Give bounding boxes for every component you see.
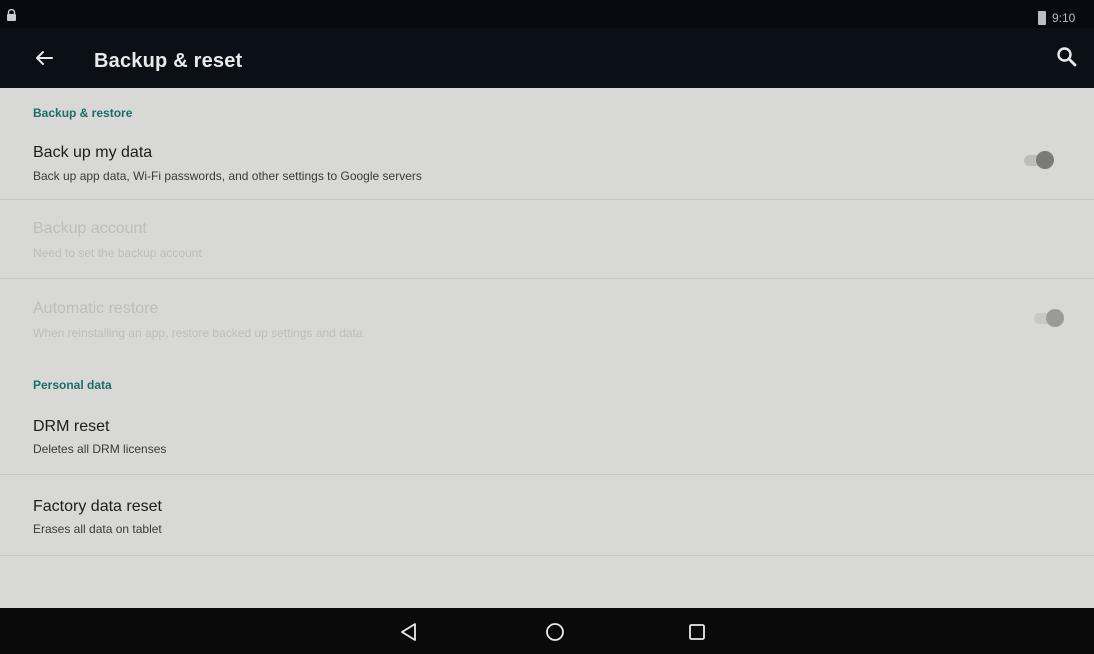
status-bar: 9:10 bbox=[0, 0, 1094, 28]
automatic-restore-item[interactable]: Automatic restore When reinstalling an a… bbox=[0, 288, 1094, 356]
back-triangle-icon[interactable] bbox=[394, 617, 424, 647]
section-header-backup-restore: Backup & restore bbox=[33, 106, 133, 120]
item-title: Backup account bbox=[33, 220, 147, 237]
home-circle-icon[interactable] bbox=[540, 617, 570, 647]
item-title: DRM reset bbox=[33, 418, 110, 435]
lock-icon bbox=[7, 9, 16, 21]
section-header-personal-data: Personal data bbox=[33, 378, 112, 392]
back-up-my-data-toggle[interactable] bbox=[1020, 150, 1060, 170]
navigation-bar bbox=[0, 608, 1094, 654]
item-summary: When reinstalling an app, restore backed… bbox=[33, 326, 363, 340]
item-summary: Need to set the backup account bbox=[33, 246, 202, 260]
recents-square-icon[interactable] bbox=[682, 617, 712, 647]
item-summary: Erases all data on tablet bbox=[33, 522, 162, 536]
backup-account-item[interactable]: Backup account Need to set the backup ac… bbox=[0, 208, 1094, 278]
settings-list: Backup & restore Back up my data Back up… bbox=[0, 88, 1094, 608]
android-screen: 9:10 Backup & reset Backup & restore Bac… bbox=[0, 0, 1094, 654]
item-title: Factory data reset bbox=[33, 498, 162, 515]
search-icon[interactable] bbox=[1054, 44, 1080, 70]
divider bbox=[0, 555, 1094, 556]
page-title: Backup & reset bbox=[94, 50, 243, 72]
factory-data-reset-item[interactable]: Factory data reset Erases all data on ta… bbox=[0, 484, 1094, 554]
status-time: 9:10 bbox=[1052, 11, 1076, 25]
back-arrow-icon[interactable] bbox=[28, 42, 60, 74]
item-title: Automatic restore bbox=[33, 300, 159, 317]
divider bbox=[0, 199, 1094, 200]
drm-reset-item[interactable]: DRM reset Deletes all DRM licenses bbox=[0, 404, 1094, 472]
app-bar: Backup & reset bbox=[0, 28, 1094, 88]
automatic-restore-toggle[interactable] bbox=[1030, 308, 1070, 328]
divider bbox=[0, 278, 1094, 279]
battery-icon bbox=[1038, 11, 1046, 25]
item-summary: Deletes all DRM licenses bbox=[33, 442, 167, 456]
divider bbox=[0, 474, 1094, 475]
item-summary: Back up app data, Wi-Fi passwords, and o… bbox=[33, 169, 422, 183]
back-up-my-data-item[interactable]: Back up my data Back up app data, Wi-Fi … bbox=[0, 134, 1094, 199]
item-title: Back up my data bbox=[33, 144, 153, 161]
